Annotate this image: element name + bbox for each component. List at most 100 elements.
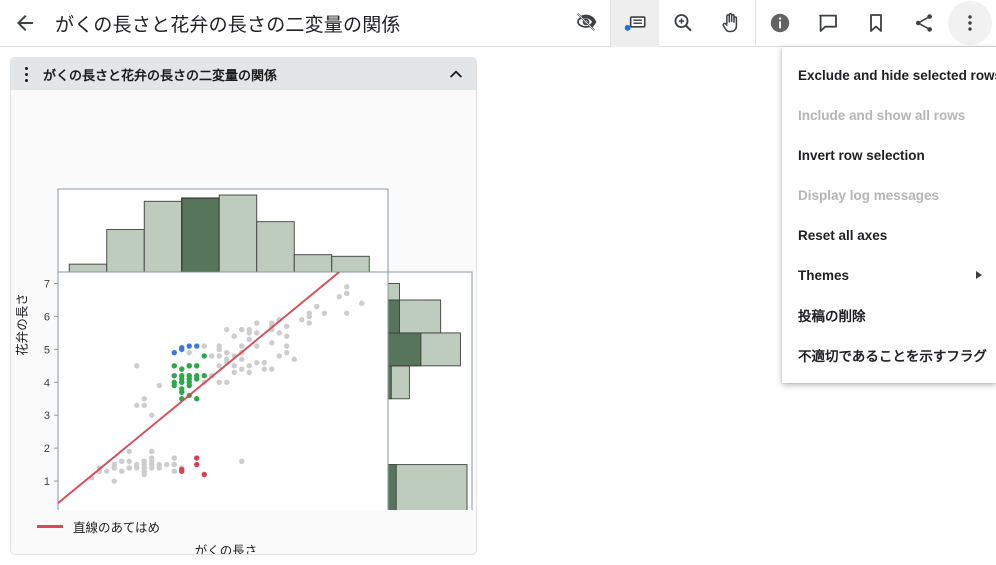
drag-handle-icon[interactable] bbox=[17, 62, 35, 86]
scatter-point bbox=[171, 373, 177, 379]
back-button[interactable] bbox=[3, 1, 47, 45]
zoom-mode-button[interactable] bbox=[659, 0, 707, 47]
scatter-point bbox=[171, 363, 177, 369]
toolbar-visibility-group bbox=[562, 0, 610, 47]
scatter-point bbox=[126, 458, 132, 465]
scatter-point bbox=[134, 461, 140, 468]
scatter-point bbox=[239, 343, 245, 349]
menu-item-themes[interactable]: Themes bbox=[782, 255, 996, 295]
scatter-point bbox=[126, 448, 132, 455]
scatter-point bbox=[344, 290, 350, 297]
scatter-point bbox=[344, 284, 350, 290]
scatter-point bbox=[111, 478, 117, 484]
scatter-point bbox=[194, 363, 200, 369]
comment-button[interactable] bbox=[804, 0, 852, 47]
y-axis-tick-label: 6 bbox=[44, 311, 50, 323]
scatter-point bbox=[239, 458, 245, 465]
menu-item-exclude-hide-rows[interactable]: Exclude and hide selected rows bbox=[782, 55, 996, 95]
top-histogram-bar bbox=[256, 221, 295, 273]
scatter-point bbox=[314, 303, 320, 310]
pan-mode-button[interactable] bbox=[707, 0, 755, 47]
menu-item-delete-post[interactable]: 投稿の削除 bbox=[782, 295, 996, 335]
collapse-button[interactable] bbox=[442, 60, 470, 88]
right-histogram-bar-selected bbox=[387, 332, 422, 367]
scatter-point bbox=[239, 366, 245, 372]
top-histogram-bar bbox=[331, 255, 370, 273]
toolbar-mode-group bbox=[611, 0, 755, 47]
menu-item-flag-inappropriate[interactable]: 不適切であることを示すフラグ bbox=[782, 335, 996, 375]
scatter-point bbox=[141, 396, 147, 402]
scatter-point bbox=[119, 458, 125, 465]
menu-item-include-show-rows: Include and show all rows bbox=[782, 95, 996, 135]
scatter-point bbox=[284, 349, 290, 356]
scatter-point bbox=[179, 389, 185, 395]
scatter-point bbox=[231, 363, 237, 369]
scatter-point bbox=[171, 382, 177, 389]
top-histogram-bar bbox=[293, 254, 333, 273]
scatter-point bbox=[269, 340, 275, 346]
scatter-point bbox=[186, 376, 192, 382]
info-button[interactable] bbox=[756, 0, 804, 47]
menu-item-label: 投稿の削除 bbox=[798, 309, 866, 324]
scatter-point bbox=[216, 379, 222, 385]
x-axis-label: がくの長さ bbox=[194, 544, 258, 555]
scatter-point bbox=[194, 343, 200, 349]
chart-legend: 直線のあてはめ bbox=[37, 517, 160, 536]
scatter-point bbox=[246, 336, 252, 343]
legend-label-fit-line: 直線のあてはめ bbox=[73, 521, 161, 535]
page-title: がくの長さと花弁の長さの二変量の関係 bbox=[55, 14, 401, 36]
bivariate-scatter-chart[interactable]: 0123456745678 bbox=[11, 90, 476, 510]
app-bar: がくの長さと花弁の長さの二変量の関係 bbox=[0, 0, 996, 47]
scatter-point bbox=[164, 461, 170, 468]
menu-item-invert-selection[interactable]: Invert row selection bbox=[782, 135, 996, 175]
scatter-point bbox=[104, 468, 110, 474]
scatter-point bbox=[134, 402, 140, 409]
zoom-in-icon bbox=[674, 14, 692, 32]
scatter-point bbox=[231, 369, 237, 376]
scatter-point bbox=[284, 343, 290, 349]
scatter-point bbox=[246, 369, 252, 376]
share-button[interactable] bbox=[900, 0, 948, 47]
scatter-point bbox=[254, 343, 260, 349]
top-histogram-bar bbox=[68, 263, 108, 273]
scatter-point bbox=[171, 455, 177, 461]
scatter-point bbox=[141, 458, 147, 465]
hide-icon-button[interactable] bbox=[562, 0, 610, 47]
share-icon bbox=[916, 14, 932, 32]
scatter-point bbox=[194, 455, 200, 461]
scatter-point bbox=[231, 333, 237, 339]
scatter-point bbox=[186, 343, 192, 349]
scatter-point bbox=[246, 363, 252, 369]
scatter-point bbox=[156, 382, 162, 389]
hand-pan-icon bbox=[722, 13, 738, 33]
more-vert-icon bbox=[968, 15, 972, 31]
scatter-point bbox=[141, 402, 147, 409]
menu-item-label: Include and show all rows bbox=[798, 107, 966, 123]
y-axis-label: 花弁の長さ bbox=[15, 293, 30, 356]
more-options-button[interactable] bbox=[948, 1, 992, 45]
scatter-point bbox=[224, 349, 230, 356]
scatter-point bbox=[239, 356, 245, 362]
menu-item-reset-axes[interactable]: Reset all axes bbox=[782, 215, 996, 255]
menu-item-label: Display log messages bbox=[798, 187, 940, 203]
y-axis-tick-label: 7 bbox=[44, 279, 50, 291]
scatter-point bbox=[239, 326, 245, 333]
scatter-point bbox=[179, 468, 185, 474]
scatter-point bbox=[179, 345, 185, 351]
menu-item-label: Exclude and hide selected rows bbox=[798, 67, 996, 83]
scatter-point bbox=[269, 366, 275, 372]
right-histogram-bar bbox=[387, 464, 468, 510]
scatter-point bbox=[246, 326, 252, 333]
bookmark-button[interactable] bbox=[852, 0, 900, 47]
scatter-point bbox=[171, 461, 177, 468]
scatter-point bbox=[284, 323, 290, 330]
scatter-point bbox=[171, 349, 177, 356]
scatter-point bbox=[126, 465, 132, 471]
scatter-point bbox=[201, 343, 207, 349]
menu-item-label: 不適切であることを示すフラグ bbox=[798, 349, 987, 364]
tooltip-mode-button[interactable] bbox=[611, 0, 659, 47]
y-axis-tick-label: 4 bbox=[44, 377, 50, 389]
scatter-point bbox=[201, 471, 207, 478]
scatter-point bbox=[224, 326, 230, 333]
plot-area[interactable]: 0123456745678 がくの長さ 花弁の長さ 直線のあてはめ bbox=[11, 90, 476, 554]
